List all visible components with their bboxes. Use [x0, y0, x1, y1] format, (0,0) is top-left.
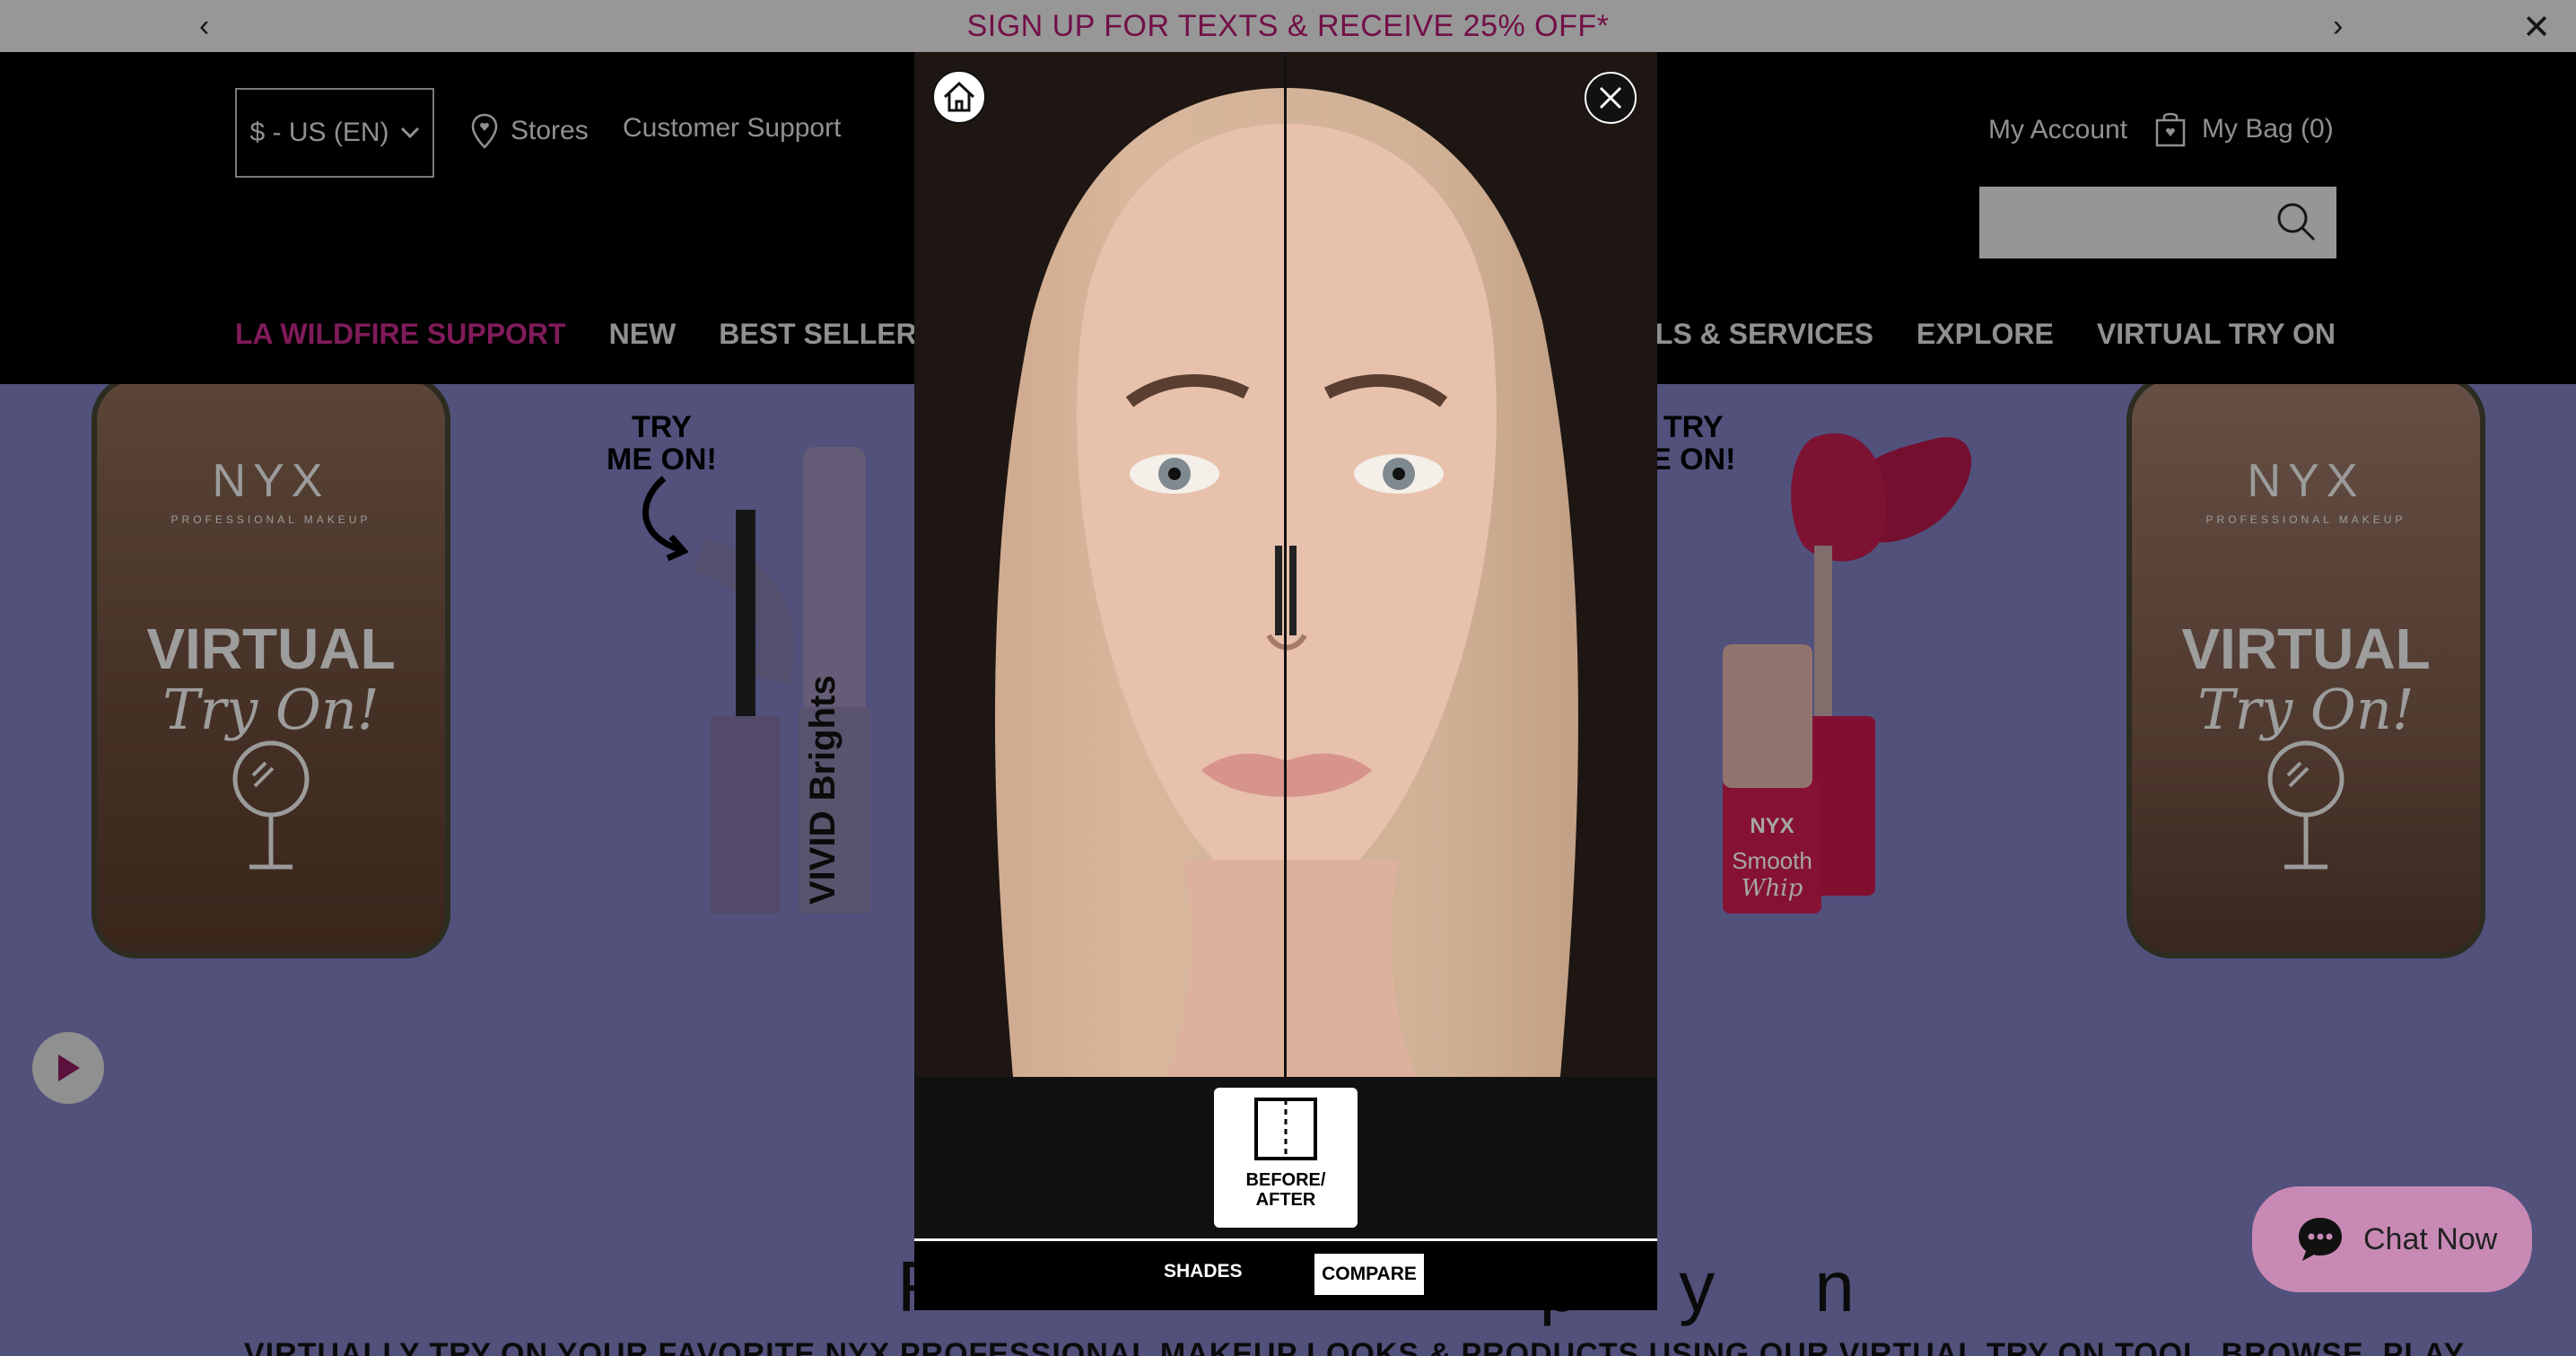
before-after-label: BEFORE/ AFTER: [1245, 1170, 1326, 1210]
chat-now-button[interactable]: Chat Now: [2252, 1186, 2532, 1292]
modal-tabs: SHADES COMPARE: [914, 1238, 1657, 1310]
split-compare-icon: [1254, 1098, 1317, 1160]
home-icon: [943, 81, 975, 112]
tab-compare[interactable]: COMPARE: [1314, 1254, 1424, 1295]
chat-bubble-icon: [2299, 1218, 2342, 1261]
before-after-button[interactable]: BEFORE/ AFTER: [1214, 1088, 1358, 1228]
close-modal-button[interactable]: [1585, 72, 1637, 124]
chat-now-label: Chat Now: [2363, 1221, 2498, 1256]
tab-shades[interactable]: SHADES: [1164, 1261, 1243, 1282]
close-icon: [1599, 86, 1622, 109]
before-after-photo[interactable]: [914, 52, 1657, 1077]
home-button[interactable]: [932, 70, 986, 124]
compare-slider-handle[interactable]: [1266, 546, 1305, 635]
virtual-try-on-modal: BEFORE/ AFTER SHADES COMPARE: [914, 52, 1657, 1310]
